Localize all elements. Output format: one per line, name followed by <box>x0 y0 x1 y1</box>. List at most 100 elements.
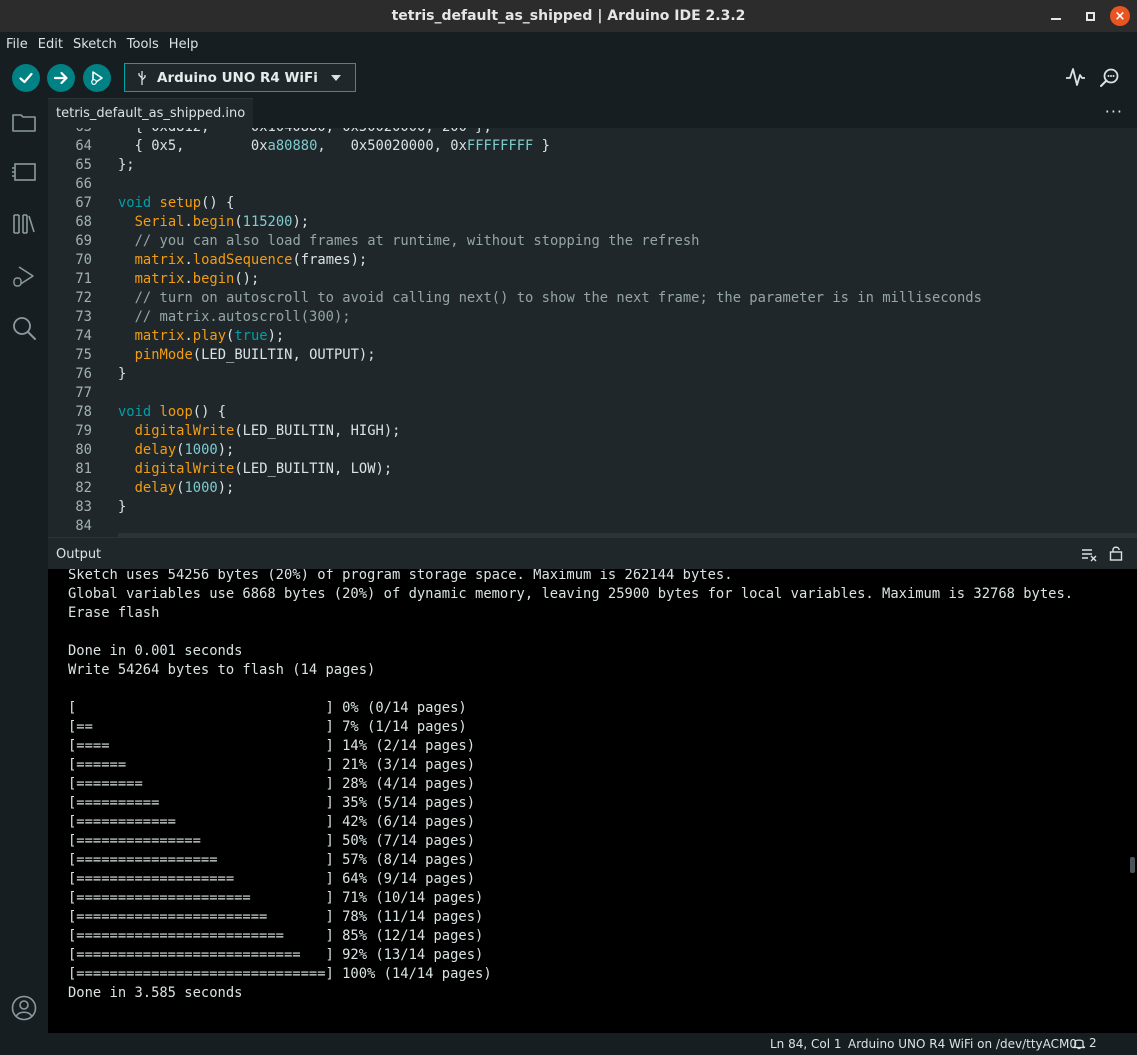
output-line: [======== ] 28% (4/14 pages) <box>68 776 476 792</box>
line-number: 66 <box>75 176 92 192</box>
code-token: (LED_BUILTIN, HIGH); <box>234 423 401 439</box>
activity-bar <box>0 98 48 1035</box>
code-text: void setup() { <box>118 194 234 213</box>
minimize-icon <box>1051 18 1061 20</box>
output-line: Write 54264 bytes to flash (14 pages) <box>68 662 376 678</box>
menu-file[interactable]: File <box>6 37 28 52</box>
code-token: begin <box>192 271 235 287</box>
serial-monitor-icon <box>1100 68 1119 87</box>
code-line: 76} <box>48 365 1137 384</box>
status-bar: Ln 84, Col 1 Arduino UNO R4 WiFi on /dev… <box>0 1033 1137 1055</box>
menu-bar: File Edit Sketch Tools Help <box>0 32 1137 56</box>
code-token: FFFFFFFF <box>466 138 534 154</box>
code-token: setup <box>159 195 202 211</box>
code-editor[interactable]: 84 83} 82 delay(1000); 81 digitalWrite(LED_… <box>48 128 1137 537</box>
output-scrollbar[interactable] <box>1130 857 1135 873</box>
cursor-position[interactable]: Ln 84, Col 1 <box>770 1037 842 1051</box>
line-number: 77 <box>75 385 92 401</box>
output-line: [ ] 0% (0/14 pages) <box>68 700 467 716</box>
code-token: Serial <box>134 214 185 230</box>
code-token: () { <box>192 404 227 420</box>
clear-output-icon <box>1082 549 1097 562</box>
account-icon <box>11 995 37 1021</box>
code-line: 64 { 0x5, 0xa80880, 0x50020000, 0xFFFFFF… <box>48 137 1137 156</box>
output-console[interactable]: Done in 3.585 seconds [==================… <box>48 569 1137 1033</box>
board-selector[interactable]: Arduino UNO R4 WiFi <box>124 63 356 92</box>
board-name: Arduino UNO R4 WiFi <box>157 69 318 86</box>
code-line: 69 // you can also load frames at runtim… <box>48 232 1137 251</box>
minimize-button[interactable] <box>1045 0 1067 32</box>
code-line: 63 { 0xd812, 0x1040880, 0x50020000, 200 … <box>48 128 1137 137</box>
output-line: [=============== ] 50% (7/14 pages) <box>68 833 476 849</box>
code-token: ); <box>267 328 285 344</box>
tab-sketch-file[interactable]: tetris_default_as_shipped.ino <box>48 98 254 128</box>
notifications-button[interactable]: 2 <box>1072 1036 1097 1050</box>
code-text: { 0x5, 0xa80880, 0x50020000, 0xFFFFFFFF … <box>118 137 550 156</box>
code-token: loadSequence <box>192 252 293 268</box>
code-line: 70 matrix.loadSequence(frames); <box>48 251 1137 270</box>
code-token: () { <box>201 195 235 211</box>
verify-button[interactable] <box>12 64 40 92</box>
code-line: 81 digitalWrite(LED_BUILTIN, LOW); <box>48 460 1137 479</box>
bell-icon <box>1072 1039 1086 1050</box>
output-line: Global variables use 6868 bytes (20%) of… <box>68 586 1074 602</box>
code-token: { 0x5, 0x <box>118 138 268 154</box>
code-token: 115200 <box>242 214 293 230</box>
output-line: [== ] 7% (1/14 pages) <box>68 719 467 735</box>
menu-tools[interactable]: Tools <box>127 37 159 52</box>
more-actions-icon[interactable]: ··· <box>1105 102 1123 121</box>
maximize-button[interactable] <box>1079 0 1101 32</box>
code-text: } <box>118 498 126 517</box>
code-token: pinMode <box>134 347 193 363</box>
toolbar: Arduino UNO R4 WiFi <box>0 56 1137 98</box>
close-button[interactable]: × <box>1109 0 1131 32</box>
board-port-status[interactable]: Arduino UNO R4 WiFi on /dev/ttyACM0 <box>848 1037 1077 1051</box>
output-line: [============ ] 42% (6/14 pages) <box>68 814 476 830</box>
menu-edit[interactable]: Edit <box>38 37 63 52</box>
usb-icon <box>138 70 146 85</box>
search-button[interactable] <box>10 314 38 342</box>
code-text: // you can also load frames at runtime, … <box>118 232 700 251</box>
line-number: 72 <box>75 290 92 306</box>
code-line: 83} <box>48 498 1137 517</box>
notification-count: 2 <box>1089 1036 1097 1050</box>
output-line: [===================== ] 71% (10/14 page… <box>68 890 484 906</box>
sketchbook-button[interactable] <box>10 108 38 136</box>
serial-monitor-button[interactable] <box>1098 66 1122 88</box>
code-text: Serial.begin(115200); <box>118 213 309 232</box>
line-number: 74 <box>75 328 92 344</box>
account-button[interactable] <box>10 994 38 1022</box>
upload-button[interactable] <box>47 64 75 92</box>
code-token: . <box>184 271 193 287</box>
code-token: ); <box>217 442 235 458</box>
debug-button[interactable] <box>83 64 111 92</box>
code-line: 66 <box>48 175 1137 194</box>
boards-manager-button[interactable] <box>10 158 38 186</box>
output-line: [=========================== ] 92% (13/1… <box>68 947 484 963</box>
line-number: 83 <box>75 499 92 515</box>
code-token: matrix <box>134 328 185 344</box>
menu-sketch[interactable]: Sketch <box>73 37 117 52</box>
output-line: Done in 3.585 seconds <box>68 985 243 1001</box>
code-text: digitalWrite(LED_BUILTIN, LOW); <box>118 460 393 479</box>
chevron-down-icon <box>331 74 341 81</box>
serial-plotter-button[interactable] <box>1064 66 1086 88</box>
code-line: 65}; <box>48 156 1137 175</box>
line-number: 81 <box>75 461 92 477</box>
clear-output-button[interactable] <box>1081 547 1097 562</box>
scroll-lock-button[interactable] <box>1109 545 1123 561</box>
code-token: 1000 <box>184 442 218 458</box>
code-token: 1000 <box>184 480 218 496</box>
library-manager-button[interactable] <box>10 210 38 238</box>
search-icon <box>13 317 36 340</box>
code-token: digitalWrite <box>134 461 235 477</box>
menu-help[interactable]: Help <box>169 37 199 52</box>
code-text: delay(1000); <box>118 441 235 460</box>
code-token: (LED_BUILTIN, LOW); <box>234 461 393 477</box>
debugger-button[interactable] <box>10 262 38 290</box>
line-number: 78 <box>75 404 92 420</box>
